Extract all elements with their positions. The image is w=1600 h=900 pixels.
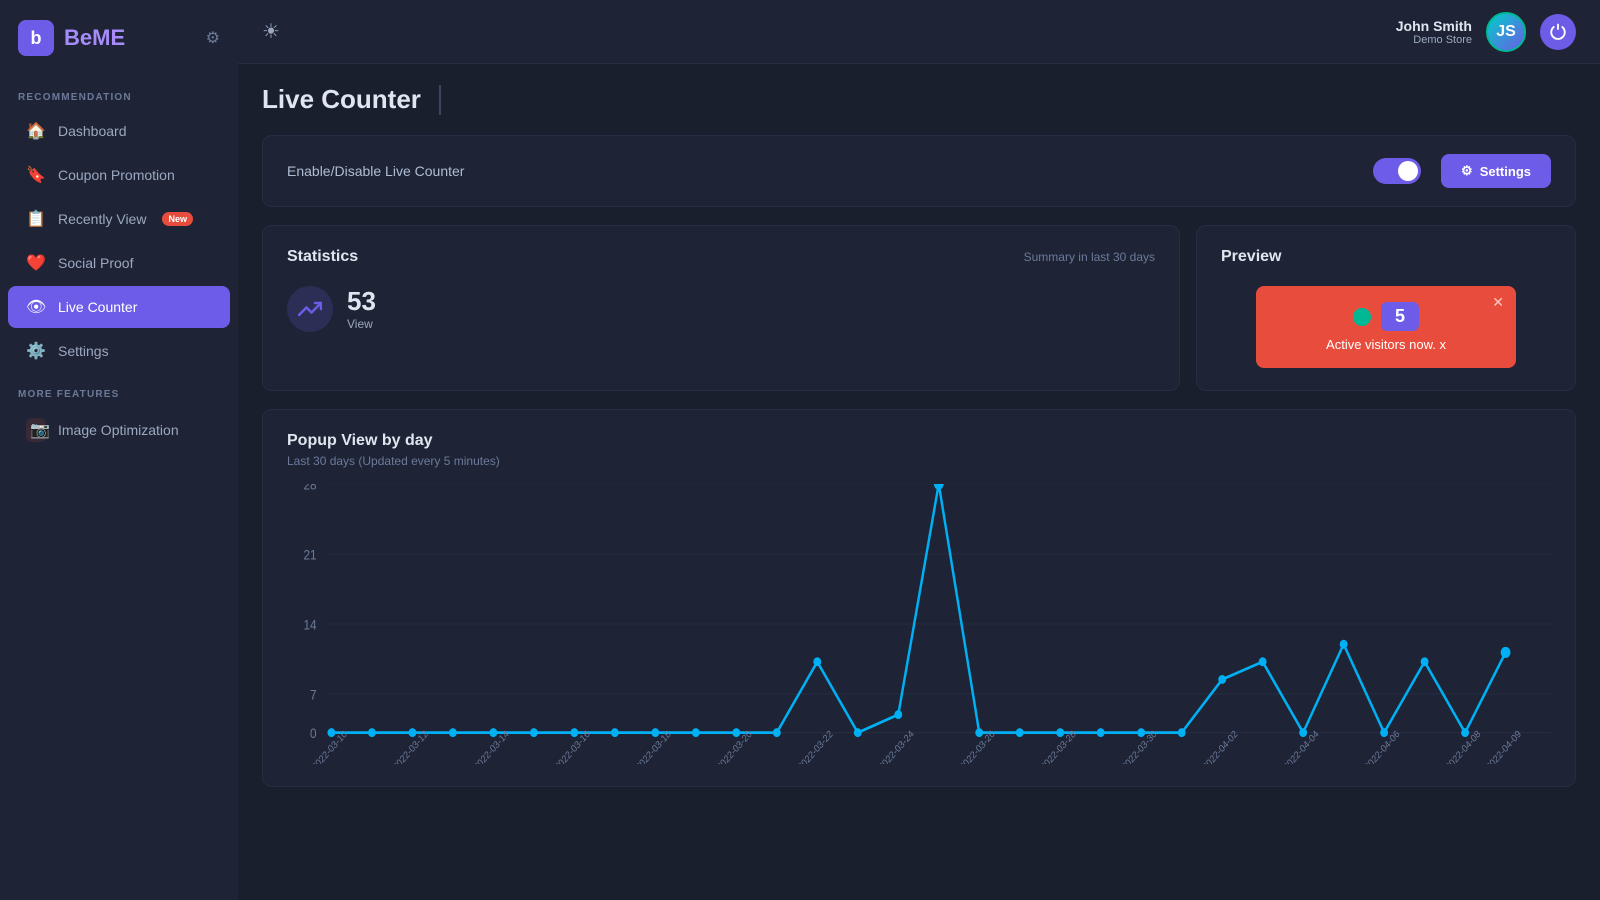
- svg-text:7: 7: [310, 688, 317, 703]
- preview-card: Preview ✕ 5 Active visitors now. x: [1196, 225, 1576, 391]
- topbar-right: John Smith Demo Store JS: [1396, 12, 1576, 52]
- settings-btn-label: Settings: [1480, 164, 1531, 179]
- svg-text:0: 0: [310, 727, 317, 742]
- live-counter-icon: 👁: [26, 297, 46, 317]
- stat-number-wrap: 53 View: [347, 288, 376, 331]
- content-area: Live Counter Enable/Disable Live Counter…: [238, 64, 1600, 900]
- logo-gear-icon[interactable]: ⚙: [206, 28, 220, 48]
- svg-text:28: 28: [303, 484, 316, 493]
- page-header: Live Counter: [262, 84, 1576, 115]
- enable-label: Enable/Disable Live Counter: [287, 163, 464, 179]
- sidebar: b BeME ⚙ RECOMMENDATION 🏠 Dashboard 🔖 Co…: [0, 0, 238, 900]
- svg-text:2022-03-22: 2022-03-22: [796, 729, 835, 764]
- svg-text:14: 14: [303, 618, 316, 633]
- dashboard-icon: 🏠: [26, 121, 46, 141]
- stat-view-label: View: [347, 317, 376, 331]
- sidebar-item-image-optimization[interactable]: 📷 Image Optimization: [8, 407, 230, 453]
- social-proof-icon: ❤️: [26, 253, 46, 273]
- sidebar-item-label: Settings: [58, 343, 109, 359]
- settings-btn-icon: ⚙: [1461, 163, 1473, 179]
- preview-popup-row: 5: [1353, 302, 1419, 331]
- topbar-left: ☀: [262, 19, 280, 44]
- stats-preview-row: Statistics Summary in last 30 days 53 Vi…: [262, 225, 1576, 391]
- statistics-title: Statistics: [287, 248, 358, 266]
- sidebar-item-coupon-promotion[interactable]: 🔖 Coupon Promotion: [8, 154, 230, 196]
- popup-text: Active visitors now. x: [1326, 337, 1446, 352]
- svg-text:21: 21: [303, 548, 316, 563]
- toggle-thumb: [1398, 161, 1418, 181]
- sidebar-item-label: Dashboard: [58, 123, 127, 139]
- statistics-summary-label: Summary in last 30 days: [1024, 250, 1155, 264]
- sun-icon[interactable]: ☀: [262, 19, 280, 44]
- chart-svg: 28 21 14 7 0: [287, 484, 1551, 764]
- coupon-icon: 🔖: [26, 165, 46, 185]
- preview-title: Preview: [1221, 248, 1551, 266]
- sidebar-section-recommendation: RECOMMENDATION: [0, 76, 238, 109]
- recently-view-icon: 📋: [26, 209, 46, 229]
- sidebar-section-more-features: MORE FEATURES: [0, 373, 238, 406]
- svg-text:2022-04-02: 2022-04-02: [1201, 729, 1240, 764]
- stat-item-view: 53 View: [287, 286, 1155, 332]
- sidebar-item-label: Recently View: [58, 211, 146, 227]
- chart-area: 28 21 14 7 0: [287, 484, 1551, 764]
- sidebar-item-recently-view[interactable]: 📋 Recently View New: [8, 198, 230, 240]
- enable-right: ⚙ Settings: [1373, 154, 1551, 188]
- page-title-divider: [439, 85, 441, 115]
- preview-popup-close-icon[interactable]: ✕: [1492, 294, 1504, 311]
- avatar: JS: [1486, 12, 1526, 52]
- sidebar-item-label: Social Proof: [58, 255, 133, 271]
- svg-text:2022-03-24: 2022-03-24: [877, 729, 916, 764]
- sidebar-item-dashboard[interactable]: 🏠 Dashboard: [8, 110, 230, 152]
- preview-popup: ✕ 5 Active visitors now. x: [1256, 286, 1516, 368]
- chart-card: Popup View by day Last 30 days (Updated …: [262, 409, 1576, 787]
- stat-trend-icon: [287, 286, 333, 332]
- sidebar-item-social-proof[interactable]: ❤️ Social Proof: [8, 242, 230, 284]
- toggle-track[interactable]: [1373, 158, 1421, 184]
- enable-disable-row: Enable/Disable Live Counter ⚙ Settings: [262, 135, 1576, 207]
- user-store: Demo Store: [1396, 34, 1472, 46]
- chart-subtitle: Last 30 days (Updated every 5 minutes): [287, 454, 1551, 468]
- svg-text:2022-04-09: 2022-04-09: [1484, 729, 1523, 764]
- sidebar-item-live-counter[interactable]: 👁 Live Counter: [8, 286, 230, 328]
- image-optimization-icon: 📷: [26, 418, 46, 442]
- sidebar-item-label: Coupon Promotion: [58, 167, 175, 183]
- settings-button[interactable]: ⚙ Settings: [1441, 154, 1551, 188]
- user-info: John Smith Demo Store: [1396, 18, 1472, 46]
- new-badge: New: [162, 212, 193, 226]
- sidebar-item-label: Image Optimization: [58, 422, 179, 438]
- user-name: John Smith: [1396, 18, 1472, 34]
- chart-title: Popup View by day: [287, 432, 1551, 450]
- stat-view-count: 53: [347, 288, 376, 314]
- settings-icon: ⚙️: [26, 341, 46, 361]
- statistics-card-header: Statistics Summary in last 30 days: [287, 248, 1155, 266]
- page-title: Live Counter: [262, 84, 421, 115]
- logo-icon: b: [18, 20, 54, 56]
- topbar: ☀ John Smith Demo Store JS: [238, 0, 1600, 64]
- logo-text: BeME: [64, 25, 125, 51]
- live-counter-toggle[interactable]: [1373, 158, 1421, 184]
- green-dot-icon: [1353, 308, 1371, 326]
- statistics-card: Statistics Summary in last 30 days 53 Vi…: [262, 225, 1180, 391]
- visitor-count-box: 5: [1381, 302, 1419, 331]
- main-content: ☀ John Smith Demo Store JS Live Counter …: [238, 0, 1600, 900]
- sidebar-item-settings[interactable]: ⚙️ Settings: [8, 330, 230, 372]
- sidebar-item-label: Live Counter: [58, 299, 137, 315]
- power-button[interactable]: [1540, 14, 1576, 50]
- sidebar-logo: b BeME ⚙: [0, 0, 238, 76]
